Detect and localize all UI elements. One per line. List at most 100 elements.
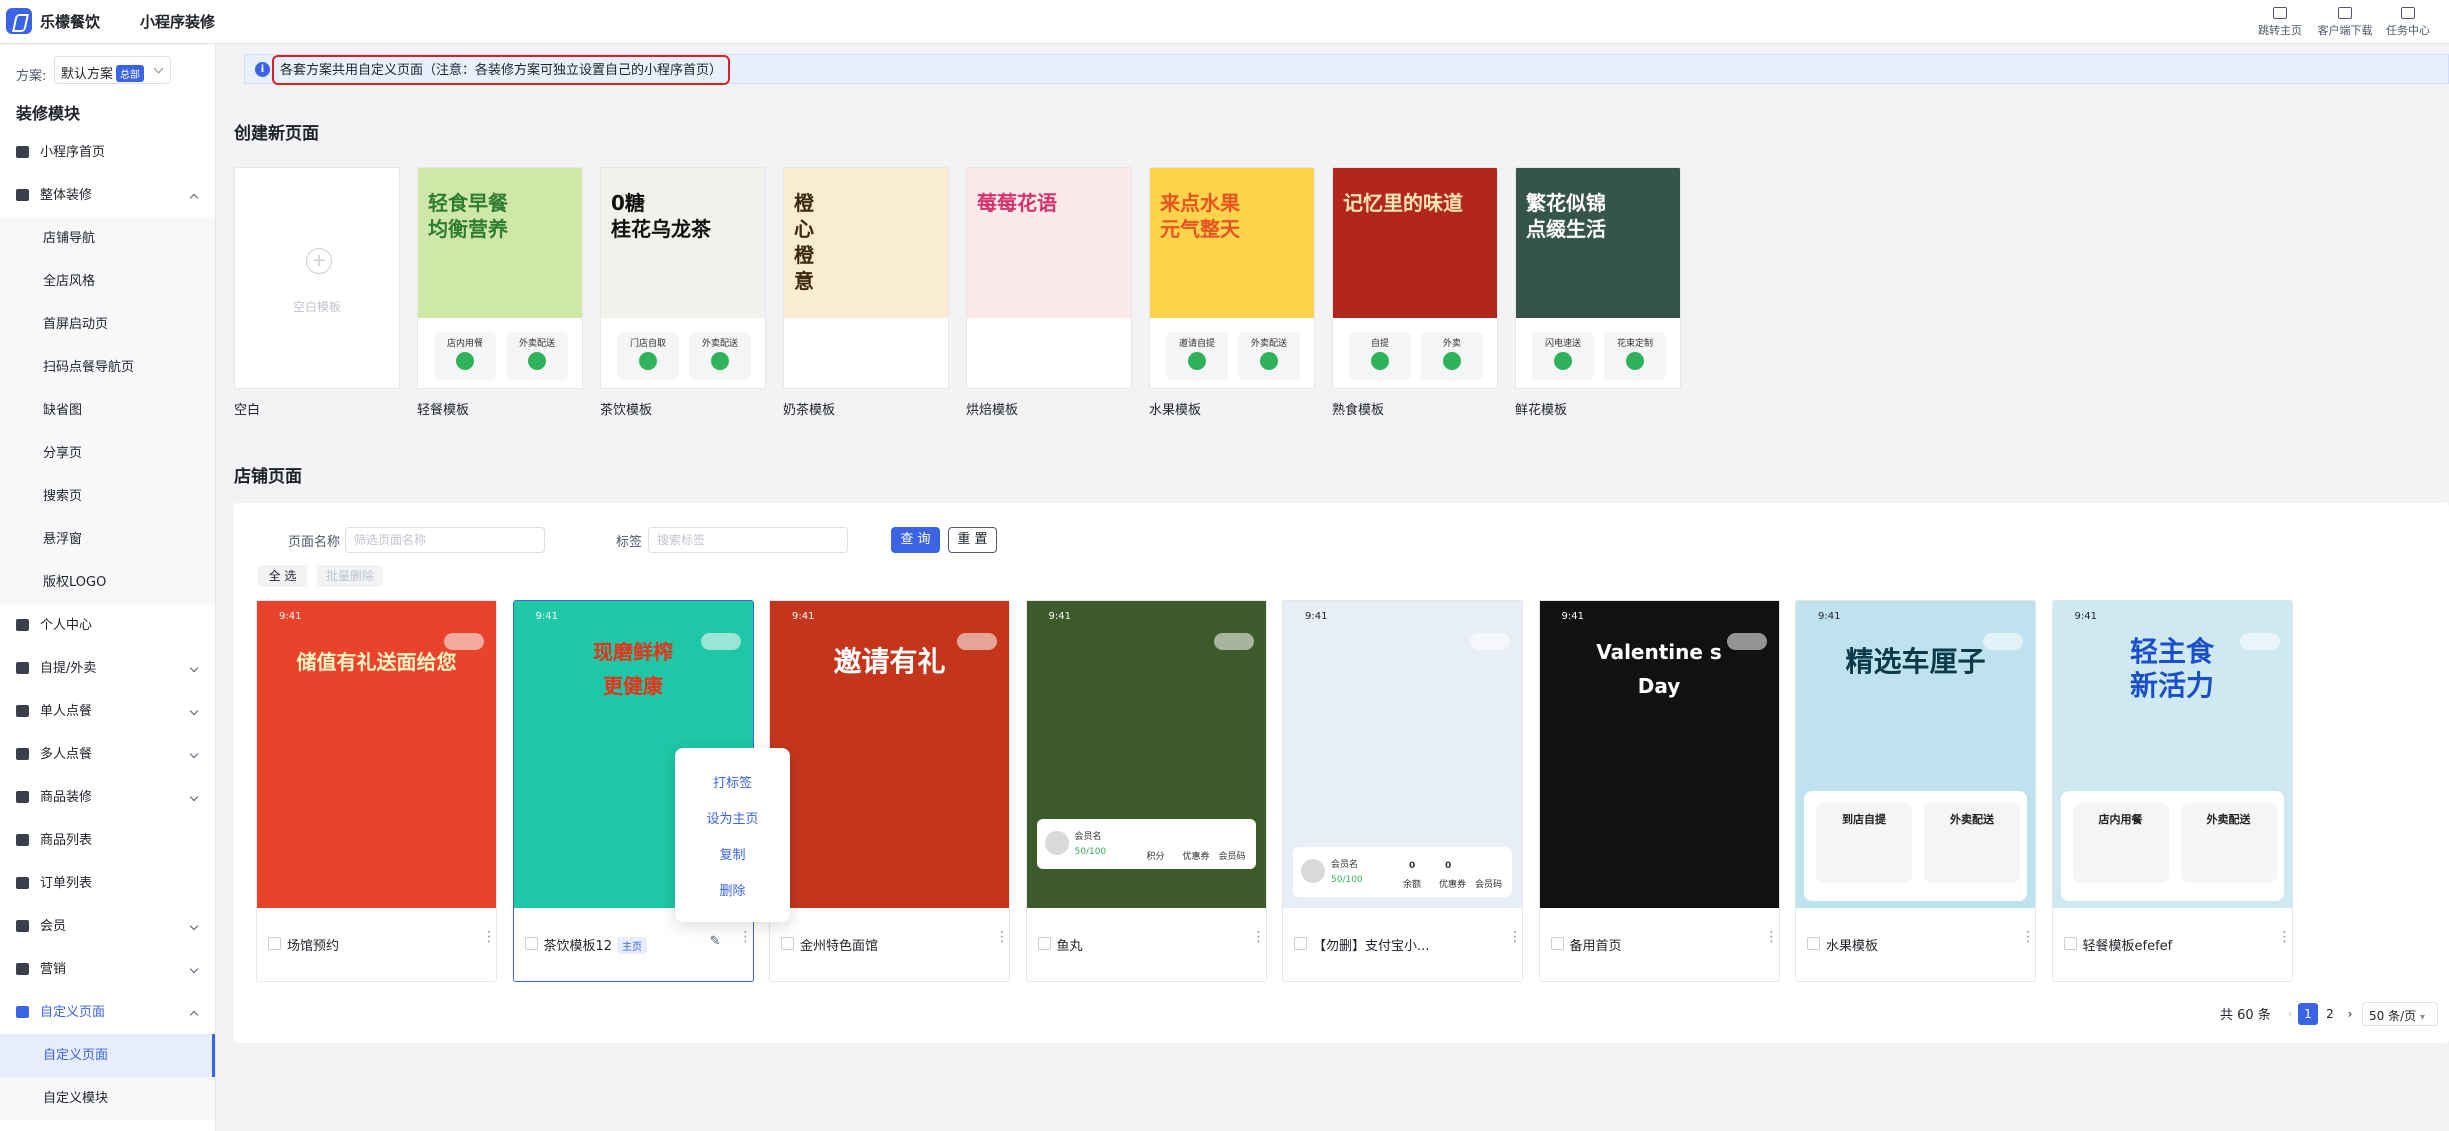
more-options-icon[interactable] <box>1252 934 1258 940</box>
page-select-checkbox[interactable] <box>1550 937 1564 950</box>
sidebar-menu: 小程序首页 整体装修 店铺导航 全店风格 首屏启动页 扫码点餐导航页 缺省图 分享页 搜索页 悬浮… <box>0 131 215 1120</box>
sidebar-item-11[interactable]: 个人中心 <box>0 604 215 647</box>
query-button[interactable]: 查 询 <box>891 527 940 553</box>
sidebar-item-18[interactable]: 会员 <box>0 905 215 948</box>
page-card[interactable]: 9:41 邀请有礼 金州特色面馆 <box>769 600 1010 982</box>
more-options-icon[interactable] <box>1765 934 1771 940</box>
template-card[interactable]: 来点水果 元气整天 邀请自提 外卖配送 <box>1149 167 1315 389</box>
edit-icon[interactable]: ✎ <box>710 934 721 949</box>
status-time: 9:41 <box>1305 611 1328 622</box>
sidebar-item-2[interactable]: 店铺导航 <box>0 217 215 260</box>
brand-name: 乐檬餐饮 <box>40 13 101 31</box>
sidebar-item-7[interactable]: 分享页 <box>0 432 215 475</box>
page-1-button[interactable]: 1 <box>2298 1003 2318 1025</box>
create-section-title: 创建新页面 <box>234 124 319 144</box>
sidebar-item-label: 个人中心 <box>40 618 93 633</box>
page-card[interactable]: 9:41 会员名 50/100 余额 优惠券 会员码 0 0 【勿删】支付宝小... <box>1282 600 1523 982</box>
sidebar-item-0[interactable]: 小程序首页 <box>0 131 215 174</box>
sidebar-item-8[interactable]: 搜索页 <box>0 475 215 518</box>
sidebar-item-label: 单人点餐 <box>40 704 93 719</box>
page-preview-image: 9:41 会员名 50/100 积分 优惠券 会员码 <box>1026 601 1266 908</box>
sidebar-item-5[interactable]: 扫码点餐导航页 <box>0 346 215 389</box>
scheme-select[interactable]: 默认方案 总部 <box>54 56 171 84</box>
sidebar-item-12[interactable]: 自提/外卖 <box>0 647 215 690</box>
page-context-menu: 打标签 设为主页 复制 删除 <box>675 748 790 922</box>
template-card[interactable]: 莓莓花语 <box>966 167 1132 389</box>
page-card[interactable]: 9:41 轻主食 新活力 店内用餐 外卖配送 轻餐模板efefef <box>2051 600 2293 982</box>
page-name: 茶饮模板12 主页 <box>544 935 648 954</box>
next-page-icon[interactable]: › <box>2340 1003 2360 1025</box>
page-2-button[interactable]: 2 <box>2320 1003 2340 1025</box>
template-card[interactable]: 记忆里的味道 自提 外卖 <box>1332 167 1498 389</box>
sidebar-item-14[interactable]: 多人点餐 <box>0 733 215 776</box>
template-card[interactable]: 繁花似锦 点缀生活闪电速送 花束定制 <box>1515 167 1681 389</box>
sidebar-item-15[interactable]: 商品装修 <box>0 776 215 819</box>
page-select-checkbox[interactable] <box>268 937 281 950</box>
more-options-icon[interactable] <box>2021 934 2027 940</box>
more-options-icon[interactable] <box>1508 934 1514 940</box>
page-card[interactable]: 9:41 储值有礼送面给您 场馆预约 <box>256 600 497 982</box>
sidebar-item-1[interactable]: 整体装修 <box>0 174 215 217</box>
sidebar-item-10[interactable]: 版权LOGO <box>0 561 215 604</box>
select-all-button[interactable]: 全 选 <box>258 565 307 587</box>
template-card[interactable]: 橙 心 橙 意 <box>783 167 949 389</box>
chevron-down-icon <box>189 749 199 759</box>
template-card[interactable]: 0糖 桂花乌龙茶 门店自取 外卖配送 <box>600 167 766 389</box>
nav-task-center-button[interactable]: 任务中心 <box>2383 0 2433 44</box>
set-home-menu-item[interactable]: 设为主页 <box>675 808 790 827</box>
template-hero-text: 繁花似锦 点缀生活 <box>1526 191 1606 241</box>
page-select-checkbox[interactable] <box>2063 937 2077 950</box>
tag-menu-item[interactable]: 打标签 <box>675 772 790 791</box>
member-progress: 50/100 <box>1331 875 1363 885</box>
page-select-checkbox[interactable] <box>1294 937 1307 950</box>
nav-download-button[interactable]: 客户端下载 <box>2315 0 2375 44</box>
page-card[interactable]: 9:41 Valentine s Day 备用首页 <box>1538 600 1780 982</box>
page-size-select[interactable]: 50 条/页 ▾ <box>2362 1002 2438 1026</box>
chevron-down-icon <box>189 964 199 974</box>
sidebar-item-20[interactable]: 自定义页面 <box>0 991 215 1034</box>
page-select-checkbox[interactable] <box>1807 937 1820 950</box>
sidebar-item-label: 商品装修 <box>40 790 93 805</box>
reset-button[interactable]: 重 置 <box>948 527 997 553</box>
template-preview-lower: 闪电速送 花束定制 <box>1516 318 1680 388</box>
sidebar-item-4[interactable]: 首屏启动页 <box>0 303 215 346</box>
template-preview-image: 来点水果 元气整天 <box>1150 168 1314 318</box>
sidebar-item-16[interactable]: 商品列表 <box>0 819 215 862</box>
more-options-icon[interactable] <box>482 934 488 940</box>
member-stat-label: 会员码 <box>1475 880 1503 890</box>
page-select-checkbox[interactable] <box>781 937 794 950</box>
page-card[interactable]: 9:41 精选车厘子 到店自提 外卖配送 水果模板 <box>1795 600 2036 982</box>
page-hero-text: 轻主食 新活力 <box>2129 635 2214 702</box>
copy-menu-item[interactable]: 复制 <box>675 844 790 863</box>
tag-search-input[interactable] <box>648 527 848 553</box>
sidebar-item-21[interactable]: 自定义页面 <box>0 1034 215 1077</box>
more-options-icon[interactable] <box>2278 934 2284 940</box>
prev-page-icon[interactable]: ‹ <box>2280 1003 2300 1025</box>
sidebar-item-13[interactable]: 单人点餐 <box>0 690 215 733</box>
page-select-checkbox[interactable] <box>1037 937 1051 950</box>
more-options-icon[interactable] <box>995 934 1001 940</box>
plus-icon: + <box>306 248 332 274</box>
batch-delete-button[interactable]: 批量删除 <box>317 565 383 587</box>
sidebar-item-3[interactable]: 全店风格 <box>0 260 215 303</box>
sidebar-item-22[interactable]: 自定义模块 <box>0 1077 215 1120</box>
page-card[interactable]: 9:41 会员名 50/100 积分 优惠券 会员码 鱼丸 <box>1025 600 1267 982</box>
page-name-input[interactable] <box>345 527 545 553</box>
member-stat-label: 积分 <box>1146 852 1165 862</box>
chevron-down-icon <box>189 921 199 931</box>
template-chip: 门店自取 <box>617 332 679 380</box>
custom-page-icon <box>16 1006 29 1018</box>
template-card[interactable]: + 空白模板 <box>234 167 400 389</box>
more-options-icon[interactable] <box>739 934 745 940</box>
template-card[interactable]: 轻食早餐 均衡营养 店内用餐 外卖配送 <box>417 167 583 389</box>
nav-home-button[interactable]: 跳转主页 <box>2255 0 2305 44</box>
sidebar-item-9[interactable]: 悬浮窗 <box>0 518 215 561</box>
gift-icon <box>16 963 29 975</box>
delete-menu-item[interactable]: 删除 <box>675 880 790 899</box>
page-select-checkbox[interactable] <box>524 937 538 950</box>
page-name-text: 备用首页 <box>1569 939 1622 954</box>
sidebar-item-6[interactable]: 缺省图 <box>0 389 215 432</box>
sidebar-item-17[interactable]: 订单列表 <box>0 862 215 905</box>
page-preview-image: 9:41 会员名 50/100 余额 优惠券 会员码 0 0 <box>1283 601 1522 908</box>
sidebar-item-19[interactable]: 营销 <box>0 948 215 991</box>
